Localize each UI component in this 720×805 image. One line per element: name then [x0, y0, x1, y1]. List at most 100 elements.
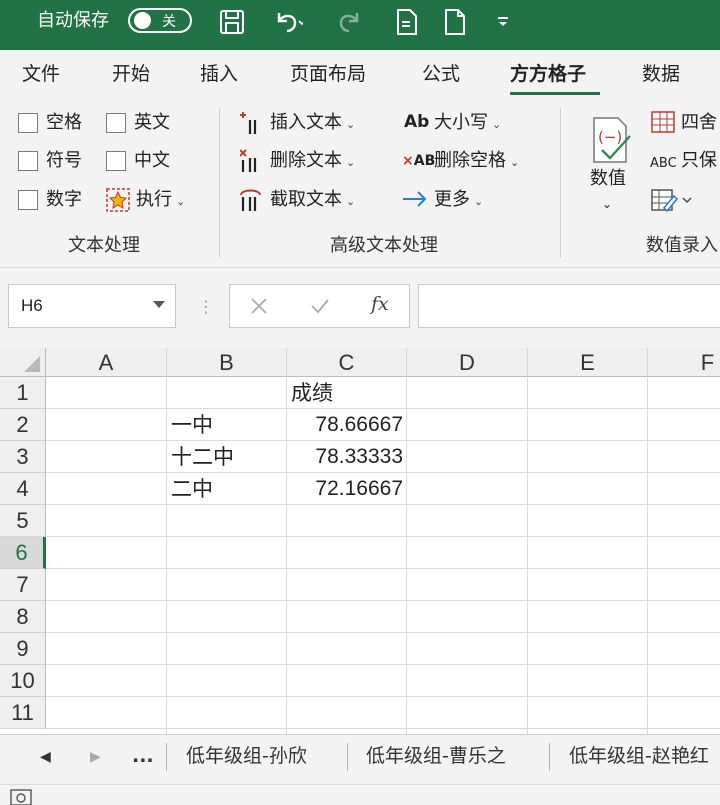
gridline [527, 377, 528, 734]
column-header-d[interactable]: D [407, 348, 528, 377]
gridline [647, 377, 648, 734]
insert-text-icon [240, 110, 264, 140]
select-all-button[interactable] [0, 348, 46, 377]
chevron-down-icon: ⌄ [346, 195, 356, 208]
round-button[interactable]: 四舍 [681, 112, 717, 134]
row-header-3[interactable]: 3 [0, 441, 46, 473]
column-header-a[interactable]: A [46, 348, 167, 377]
cell-c4[interactable]: 72.16667 [291, 476, 403, 502]
row-header-10[interactable]: 10 [0, 665, 46, 697]
sheet-tab[interactable]: 低年级组-曹乐之 [366, 744, 506, 768]
checkbox-space-label: 空格 [46, 112, 82, 133]
cell-b2[interactable]: 一中 [171, 412, 283, 438]
formula-input[interactable] [418, 284, 720, 328]
next-sheet-icon[interactable]: ▶ [90, 749, 101, 765]
cell-c3[interactable]: 78.33333 [291, 444, 403, 470]
checkbox-number[interactable] [18, 190, 38, 210]
tab-fangfanggezi[interactable]: 方方格子 [510, 62, 586, 86]
undo-icon [277, 13, 303, 33]
prev-sheet-icon[interactable]: ◀ [40, 749, 51, 765]
new-file-button[interactable] [440, 6, 470, 38]
more-sheets-button[interactable]: ... [132, 744, 154, 768]
document-check-icon [397, 9, 417, 35]
insert-text-button[interactable]: 插入文本 ⌄ [270, 112, 355, 136]
sheet-tab[interactable]: 低年级组-孙欣 [186, 744, 307, 768]
row-header-6[interactable]: 6 [0, 537, 46, 569]
sheet-divider [347, 743, 348, 771]
cell-c2[interactable]: 78.66667 [291, 412, 403, 438]
execute-button[interactable] [106, 188, 130, 216]
cell-c1[interactable]: 成绩 [291, 380, 403, 406]
keep-only-button[interactable]: 只保 [681, 150, 717, 172]
group-label-text-processing: 文本处理 [68, 235, 140, 256]
chevron-down-icon: ⌄ [602, 197, 613, 211]
delete-space-button[interactable]: 删除空格 ⌄ [434, 150, 519, 174]
insert-function-button[interactable]: fx [371, 293, 389, 315]
checkbox-chinese-label: 中文 [134, 150, 170, 171]
gridline [46, 408, 720, 409]
delete-text-button[interactable]: 删除文本 ⌄ [270, 150, 355, 174]
gridline [46, 728, 720, 729]
cell-b3[interactable]: 十二中 [171, 444, 283, 470]
checkbox-space[interactable] [18, 113, 38, 133]
enter-check-icon[interactable] [310, 297, 330, 315]
row-header-7[interactable]: 7 [0, 569, 46, 601]
extract-text-button[interactable]: 截取文本 ⌄ [270, 189, 355, 213]
ribbon-body: 空格 英文 符号 中文 数字 执行 ⌄ 文本处理 插入文本 ⌄ 删除文本 ⌄ 截取文本… [0, 98, 720, 268]
row-header-11[interactable]: 11 [0, 697, 46, 729]
checkbox-symbol[interactable] [18, 151, 38, 171]
column-header-c[interactable]: C [287, 348, 407, 377]
execute-label[interactable]: 执行 ⌄ [136, 189, 185, 213]
redo-button[interactable] [328, 6, 376, 38]
cancel-icon[interactable] [250, 297, 268, 315]
row-header-2[interactable]: 2 [0, 409, 46, 441]
more-button[interactable]: 更多 ⌄ [434, 189, 483, 213]
checkbox-english[interactable] [106, 113, 126, 133]
print-preview-button[interactable] [392, 6, 422, 38]
row-header-9[interactable]: 9 [0, 633, 46, 665]
group-label-numeric: 数值录入 [646, 235, 718, 256]
autosave-toggle[interactable]: 关 [128, 8, 192, 33]
row-header-8[interactable]: 8 [0, 601, 46, 633]
sheet-tab[interactable]: 低年级组-赵艳红 [569, 744, 709, 768]
formula-bar-area: H6 ⋮ fx [0, 268, 720, 348]
case-button[interactable]: 大小写 ⌄ [434, 112, 501, 136]
column-header-f[interactable]: F [648, 348, 720, 377]
spreadsheet-grid[interactable]: A B C D E F 1 2 3 4 5 6 7 8 9 10 11 成绩 一中 78.66667 十二中 78.333… [0, 348, 720, 734]
name-box[interactable]: H6 [8, 284, 176, 328]
name-box-value: H6 [21, 296, 43, 315]
macro-record-icon[interactable] [10, 789, 32, 805]
cell-b4[interactable]: 二中 [171, 476, 283, 502]
row-header-5[interactable]: 5 [0, 505, 46, 537]
tab-insert[interactable]: 插入 [200, 62, 238, 86]
active-tab-indicator [510, 92, 600, 95]
chevron-down-icon: ⌄ [474, 195, 484, 208]
column-header-e[interactable]: E [528, 348, 648, 377]
tab-formulas[interactable]: 公式 [422, 62, 460, 86]
tab-page-layout[interactable]: 页面布局 [290, 62, 366, 86]
gridline [46, 568, 720, 569]
undo-button[interactable] [264, 6, 312, 38]
delete-text-label: 删除文本 [270, 150, 342, 171]
drag-handle-icon[interactable]: ⋮ [198, 296, 214, 318]
value-button[interactable]: (−) [588, 114, 636, 170]
gridline [46, 504, 720, 505]
tab-home[interactable]: 开始 [112, 62, 150, 86]
row-header-1[interactable]: 1 [0, 377, 46, 409]
tab-data[interactable]: 数据 [642, 62, 680, 86]
checkbox-chinese[interactable] [106, 151, 126, 171]
chevron-down-icon: ⌄ [346, 156, 356, 169]
delete-space-label: 删除空格 [434, 150, 506, 171]
customize-qat-button[interactable] [490, 6, 516, 38]
group-label-advanced-text: 高级文本处理 [330, 235, 438, 256]
save-button[interactable] [216, 6, 248, 38]
status-bar [0, 784, 720, 805]
ribbon-tabs: 文件 开始 插入 页面布局 公式 方方格子 数据 [0, 50, 720, 98]
edit-format-button[interactable] [650, 188, 692, 216]
tab-file[interactable]: 文件 [22, 62, 60, 86]
delete-text-icon [239, 148, 264, 178]
case-label: 大小写 [434, 112, 488, 133]
row-header-4[interactable]: 4 [0, 473, 46, 505]
gridline [46, 536, 720, 537]
column-header-b[interactable]: B [167, 348, 287, 377]
